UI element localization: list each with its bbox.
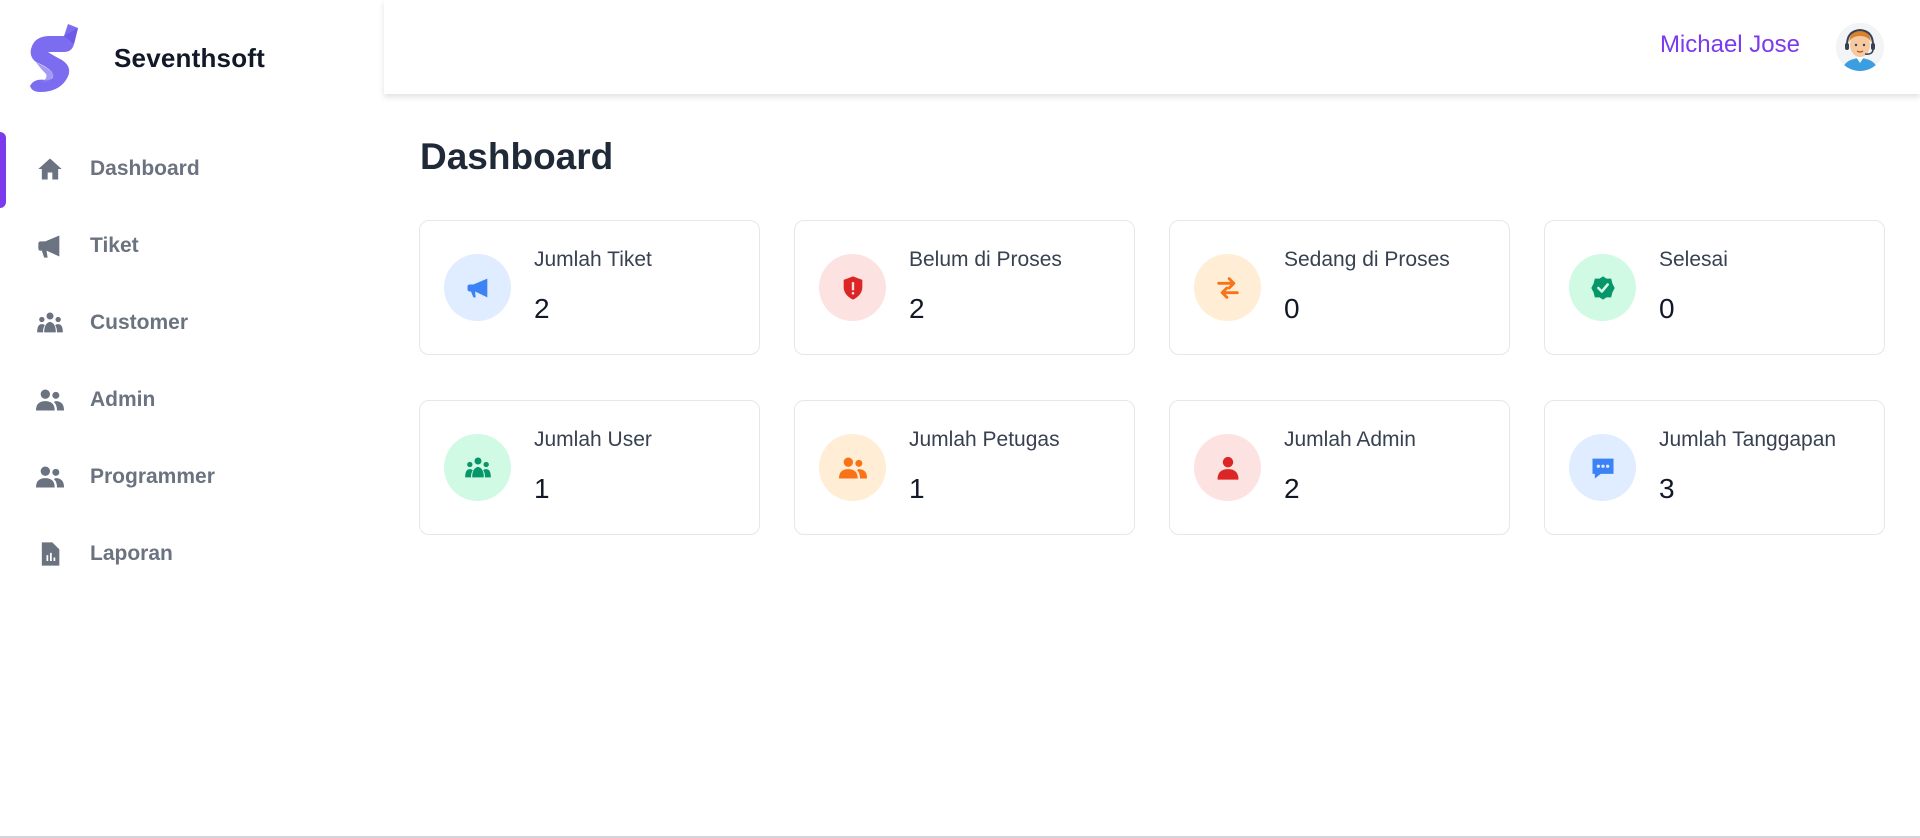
card-value: 2 — [534, 293, 550, 324]
card-value: 0 — [1659, 293, 1675, 324]
card-value: 3 — [1659, 473, 1675, 504]
sidebar-item-customer[interactable]: Customer — [0, 284, 384, 361]
megaphone-icon — [444, 254, 511, 321]
card-title: Jumlah Admin — [1284, 428, 1416, 451]
report-file-icon — [36, 540, 64, 568]
sidebar-item-programmer[interactable]: Programmer — [0, 438, 384, 515]
sidebar-item-label: Customer — [90, 310, 189, 334]
card-title: Selesai — [1659, 248, 1728, 271]
stat-card-belum-di-proses[interactable]: Belum di Proses 2 — [794, 220, 1135, 355]
card-value: 2 — [909, 293, 925, 324]
card-value: 1 — [909, 473, 925, 504]
megaphone-icon — [36, 232, 64, 260]
sidebar-item-label: Programmer — [90, 464, 215, 488]
card-value: 0 — [1284, 293, 1300, 324]
card-title: Jumlah Petugas — [909, 428, 1060, 451]
sidebar-item-laporan[interactable]: Laporan — [0, 515, 384, 592]
logo-icon — [30, 24, 78, 92]
sidebar-item-label: Dashboard — [90, 156, 200, 180]
topbar: Michael Jose — [384, 0, 1920, 94]
stat-card-jumlah-tanggapan[interactable]: Jumlah Tanggapan 3 — [1544, 400, 1885, 535]
sidebar-item-label: Laporan — [90, 541, 173, 565]
card-value: 1 — [534, 473, 550, 504]
home-icon — [36, 155, 64, 183]
users-group-icon — [444, 434, 511, 501]
sidebar-item-admin[interactable]: Admin — [0, 361, 384, 438]
users-icon — [36, 463, 64, 491]
card-title: Jumlah User — [534, 428, 652, 451]
support-agent-avatar-icon — [1836, 23, 1884, 71]
sidebar: Seventhsoft Dashboard Tiket Customer Adm… — [0, 0, 384, 838]
stat-card-jumlah-petugas[interactable]: Jumlah Petugas 1 — [794, 400, 1135, 535]
sidebar-nav: Dashboard Tiket Customer Admin Programme… — [0, 130, 384, 592]
brand[interactable]: Seventhsoft — [28, 22, 265, 94]
stat-card-selesai[interactable]: Selesai 0 — [1544, 220, 1885, 355]
stat-card-jumlah-tiket[interactable]: Jumlah Tiket 2 — [419, 220, 760, 355]
sidebar-item-label: Admin — [90, 387, 156, 411]
card-title: Jumlah Tiket — [534, 248, 652, 271]
check-badge-icon — [1569, 254, 1636, 321]
card-title: Sedang di Proses — [1284, 248, 1450, 271]
card-title: Jumlah Tanggapan — [1659, 428, 1837, 451]
stat-card-sedang-di-proses[interactable]: Sedang di Proses 0 — [1169, 220, 1510, 355]
shield-alert-icon — [819, 254, 886, 321]
users-icon — [36, 386, 64, 414]
user-name[interactable]: Michael Jose — [1660, 31, 1800, 59]
card-title: Belum di Proses — [909, 248, 1062, 271]
brand-name: Seventhsoft — [114, 42, 266, 73]
page-title: Dashboard — [420, 136, 614, 177]
card-value: 2 — [1284, 473, 1300, 504]
avatar[interactable] — [1836, 23, 1884, 71]
users-group-icon — [36, 309, 64, 337]
user-icon — [1194, 434, 1261, 501]
sidebar-item-dashboard[interactable]: Dashboard — [0, 130, 384, 208]
stat-card-jumlah-user[interactable]: Jumlah User 1 — [419, 400, 760, 535]
chat-bubble-icon — [1569, 434, 1636, 501]
stat-card-jumlah-admin[interactable]: Jumlah Admin 2 — [1169, 400, 1510, 535]
sidebar-item-tiket[interactable]: Tiket — [0, 207, 384, 284]
sidebar-item-label: Tiket — [90, 233, 139, 257]
swap-arrows-icon — [1194, 254, 1261, 321]
users-icon — [819, 434, 886, 501]
